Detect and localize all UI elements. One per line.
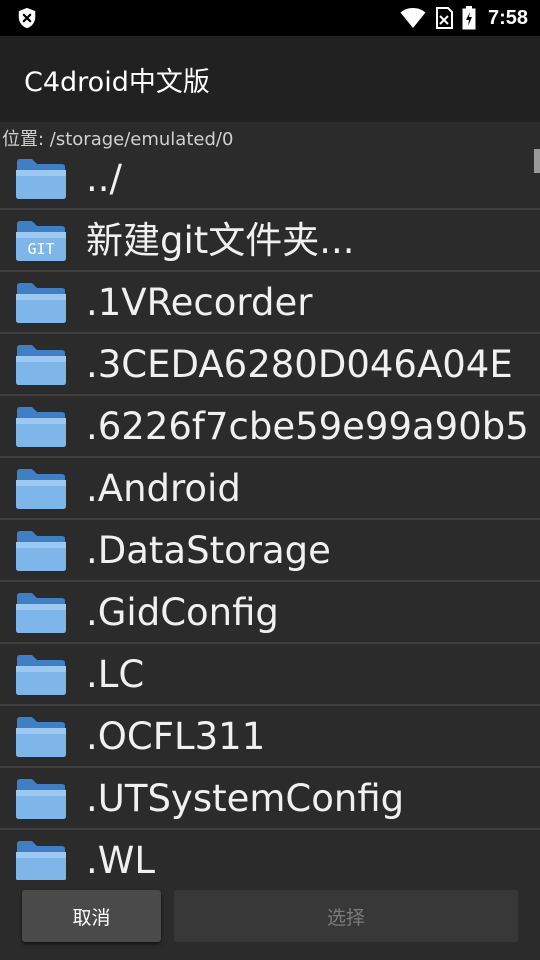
app-title: C4droid中文版 bbox=[24, 67, 210, 98]
folder-icon bbox=[16, 717, 66, 757]
file-row[interactable]: .6226f7cbe59e99a90b5 bbox=[0, 396, 540, 458]
cancel-button[interactable]: 取消 bbox=[22, 890, 161, 942]
file-name: .DataStorage bbox=[86, 529, 331, 572]
folder-icon bbox=[16, 159, 66, 199]
file-row[interactable]: .LC bbox=[0, 644, 540, 706]
file-row[interactable]: .3CEDA6280D046A04E bbox=[0, 334, 540, 396]
file-list[interactable]: ../ GIT 新建git文件夹... .1VRecorder .3CEDA6280D0… bbox=[0, 148, 540, 880]
file-name: .WL bbox=[86, 839, 155, 881]
file-row[interactable]: .Android bbox=[0, 458, 540, 520]
battery-icon bbox=[462, 6, 476, 30]
file-row[interactable]: .DataStorage bbox=[0, 520, 540, 582]
file-row[interactable]: ../ bbox=[0, 148, 540, 210]
wifi-icon bbox=[400, 8, 426, 28]
file-name: .1VRecorder bbox=[86, 281, 313, 324]
status-bar: 7:58 bbox=[0, 0, 540, 36]
file-name: 新建git文件夹... bbox=[86, 219, 355, 262]
file-row[interactable]: .GidConfig bbox=[0, 582, 540, 644]
shield-close-icon bbox=[18, 7, 36, 29]
file-name: .GidConfig bbox=[86, 591, 279, 634]
file-row[interactable]: .1VRecorder bbox=[0, 272, 540, 334]
folder-icon bbox=[16, 779, 66, 819]
folder-icon bbox=[16, 407, 66, 447]
file-name: .OCFL311 bbox=[86, 715, 266, 758]
git-folder-icon: GIT bbox=[16, 221, 66, 261]
file-name: .LC bbox=[86, 653, 145, 696]
folder-icon bbox=[16, 345, 66, 385]
bottom-bar: 取消 选择 bbox=[0, 880, 540, 960]
file-name: .6226f7cbe59e99a90b5 bbox=[86, 405, 529, 448]
file-name: ../ bbox=[86, 157, 122, 200]
folder-icon bbox=[16, 655, 66, 695]
file-row[interactable]: .OCFL311 bbox=[0, 706, 540, 768]
select-button[interactable]: 选择 bbox=[174, 890, 518, 942]
file-name: .Android bbox=[86, 467, 241, 510]
status-time: 7:58 bbox=[487, 6, 528, 29]
location-bar: 位置: /storage/emulated/0 bbox=[0, 122, 540, 150]
folder-icon bbox=[16, 469, 66, 509]
no-sim-icon bbox=[435, 7, 453, 29]
file-name: .UTSystemConfig bbox=[86, 777, 405, 820]
file-row[interactable]: .WL bbox=[0, 830, 540, 880]
folder-icon bbox=[16, 531, 66, 571]
scrollbar[interactable] bbox=[534, 149, 540, 173]
file-row[interactable]: .UTSystemConfig bbox=[0, 768, 540, 830]
screen: 7:58 C4droid中文版 位置: /storage/emulated/0 … bbox=[0, 0, 540, 960]
app-bar: C4droid中文版 bbox=[0, 36, 540, 122]
status-icons: 7:58 bbox=[400, 0, 528, 36]
file-row[interactable]: GIT 新建git文件夹... bbox=[0, 210, 540, 272]
folder-icon bbox=[16, 593, 66, 633]
file-name: .3CEDA6280D046A04E bbox=[86, 343, 513, 386]
folder-icon bbox=[16, 841, 66, 880]
git-badge: GIT bbox=[27, 240, 54, 258]
folder-icon bbox=[16, 283, 66, 323]
